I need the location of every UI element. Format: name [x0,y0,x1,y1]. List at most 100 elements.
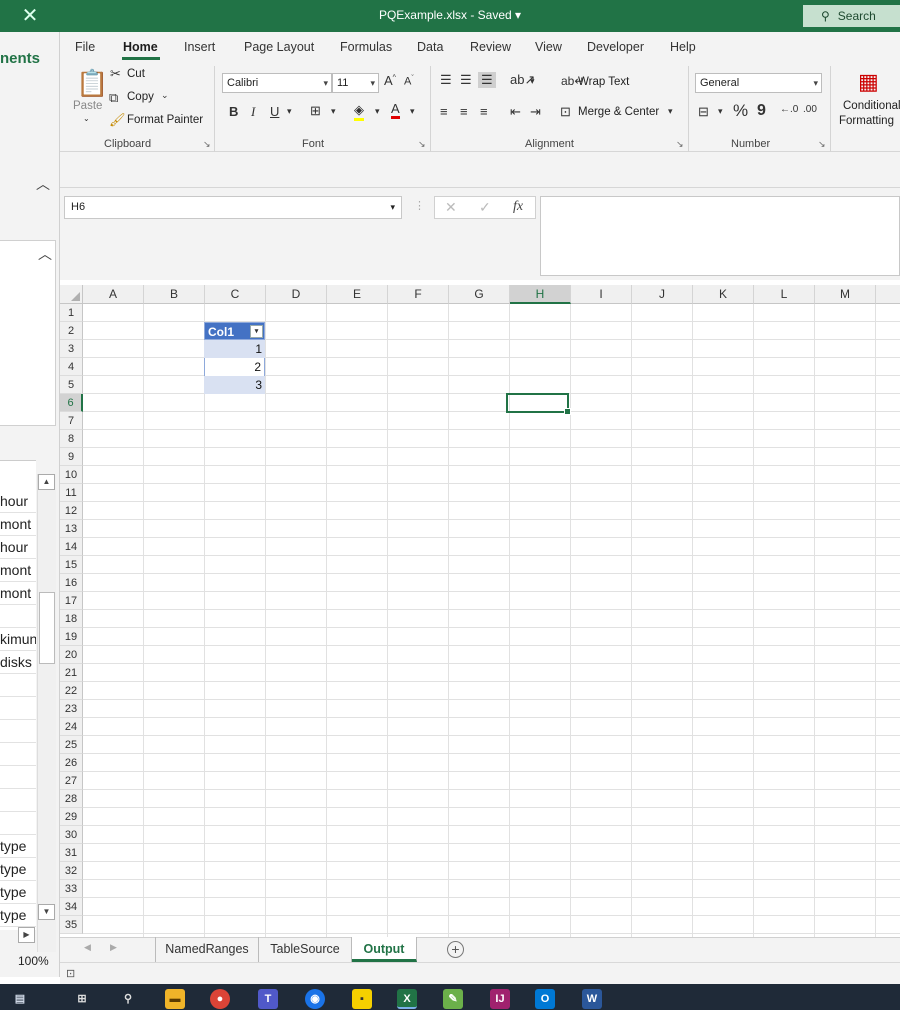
row-header-10[interactable]: 10 [60,466,83,484]
scroll-down-button[interactable]: ▼ [38,904,55,920]
row-header-11[interactable]: 11 [60,484,83,502]
underline-button[interactable]: U [270,104,279,119]
italic-button[interactable]: I [251,104,255,120]
list-item[interactable]: type [0,858,36,881]
table-cell[interactable]: 2 [204,358,265,376]
next-sheet-icon[interactable]: ▶ [110,942,117,953]
row-header-20[interactable]: 20 [60,646,83,664]
select-all-button[interactable] [60,285,83,304]
row-header-4[interactable]: 4 [60,358,83,376]
list-item[interactable] [0,789,36,812]
row-header-5[interactable]: 5 [60,376,83,394]
window-title[interactable]: PQExample.xlsx - Saved ▾ [0,8,900,22]
row-header-12[interactable]: 12 [60,502,83,520]
increase-font-icon[interactable]: A^ [384,73,396,88]
prev-sheet-icon[interactable]: ◀ [84,942,91,953]
increase-decimal-icon[interactable]: ←.0 [780,104,798,115]
row-header-15[interactable]: 15 [60,556,83,574]
formula-input[interactable] [540,196,900,276]
font-size-select[interactable]: 11 ▾ [332,73,379,93]
increase-indent-icon[interactable]: ⇥ [530,104,541,120]
align-bottom-icon[interactable]: ☰ [478,72,496,88]
name-box[interactable]: H6 ▾ [64,196,402,219]
list-item[interactable]: mont [0,582,36,605]
align-top-icon[interactable]: ☰ [440,72,452,88]
comma-style-button[interactable]: 9 [757,102,766,120]
menu-insert[interactable]: Insert [184,40,215,54]
list-item[interactable]: mont [0,513,36,536]
row-header-26[interactable]: 26 [60,754,83,772]
row-header-21[interactable]: 21 [60,664,83,682]
column-header-g[interactable]: G [449,285,510,304]
conditional-formatting-icon[interactable]: ▦ [858,69,879,95]
column-header-d[interactable]: D [266,285,327,304]
dialog-launcher-icon[interactable]: ↘ [676,139,684,150]
fill-color-icon[interactable]: ◈ [354,102,364,121]
menu-developer[interactable]: Developer [587,40,644,54]
row-header-16[interactable]: 16 [60,574,83,592]
cancel-icon[interactable]: ✕ [445,199,457,216]
maps-icon[interactable]: ◉ [305,989,325,1009]
align-right-icon[interactable]: ≡ [480,104,488,119]
dialog-launcher-icon[interactable]: ↘ [418,139,426,150]
row-header-14[interactable]: 14 [60,538,83,556]
side-panel-scroll-thumb[interactable] [39,592,55,664]
row-header-2[interactable]: 2 [60,322,83,340]
row-header-23[interactable]: 23 [60,700,83,718]
column-header-h[interactable]: H [510,285,571,304]
scroll-up-icon[interactable]: ︿ [38,244,52,264]
decrease-decimal-icon[interactable]: .00 [803,104,817,115]
dialog-launcher-icon[interactable]: ↘ [818,139,826,150]
cut-icon[interactable]: ✂ [110,66,121,82]
row-header-8[interactable]: 8 [60,430,83,448]
insert-function-icon[interactable]: fx [513,199,523,215]
list-item[interactable] [0,674,36,697]
column-header-a[interactable]: A [83,285,144,304]
paste-icon[interactable]: 📋 [76,68,108,99]
list-item[interactable]: mont [0,559,36,582]
side-panel-scrollbar[interactable] [37,474,56,952]
scroll-right-button[interactable]: ▶ [18,927,35,943]
menu-help[interactable]: Help [670,40,696,54]
list-item[interactable] [0,812,36,835]
chevron-down-icon[interactable]: ▾ [718,106,723,117]
bold-button[interactable]: B [229,104,238,119]
file-explorer-icon[interactable]: ▬ [165,989,185,1009]
active-cell-selection[interactable] [506,393,571,415]
number-format-select[interactable]: General ▾ [695,73,822,93]
chevron-down-icon[interactable]: ⌄ [161,90,169,101]
search-box[interactable]: ⚲ Search [803,5,900,27]
chevron-down-icon[interactable]: ⌄ [83,114,90,123]
row-header-29[interactable]: 29 [60,808,83,826]
row-header-34[interactable]: 34 [60,898,83,916]
menu-review[interactable]: Review [470,40,511,54]
font-color-icon[interactable]: A [391,101,400,119]
menu-home[interactable]: Home [123,40,158,54]
column-header-m[interactable]: M [815,285,876,304]
cut-button[interactable]: Cut [127,68,145,80]
list-item[interactable] [0,720,36,743]
list-item[interactable]: type [0,904,36,927]
row-header-7[interactable]: 7 [60,412,83,430]
sticky-notes-icon[interactable]: ▪ [352,989,372,1009]
font-name-select[interactable]: Calibri ▾ [222,73,332,93]
column-header-c[interactable]: C [205,285,266,304]
filter-dropdown-icon[interactable]: ▾ [250,325,263,338]
menu-formulas[interactable]: Formulas [340,40,392,54]
copy-icon[interactable]: ⧉ [109,90,118,106]
excel-taskbar-icon[interactable]: X [397,989,417,1009]
row-header-30[interactable]: 30 [60,826,83,844]
format-painter-icon[interactable]: 🖌 [109,112,126,128]
start-icon[interactable]: ⊞ [72,989,92,1009]
menu-data[interactable]: Data [417,40,443,54]
column-header-e[interactable]: E [327,285,388,304]
list-item[interactable] [0,605,36,628]
column-header-k[interactable]: K [693,285,754,304]
column-header-b[interactable]: B [144,285,205,304]
row-header-31[interactable]: 31 [60,844,83,862]
paste-button[interactable]: Paste [73,100,102,112]
list-item[interactable] [0,743,36,766]
chrome-icon[interactable]: ● [210,989,230,1009]
wrap-text-button[interactable]: Wrap Text [578,76,629,88]
percent-style-button[interactable]: % [733,101,748,121]
